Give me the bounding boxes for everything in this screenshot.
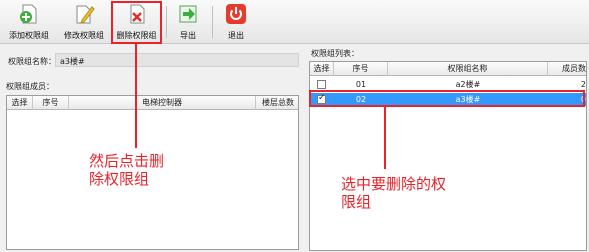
export-icon (177, 3, 199, 25)
col-number[interactable]: 序号 (33, 96, 69, 110)
col-floor-total[interactable]: 楼层总数 (256, 96, 300, 110)
export-button[interactable]: 导出 (172, 3, 204, 43)
col-select[interactable]: 选择 (7, 96, 33, 110)
group-name-field[interactable]: a3楼# (55, 53, 299, 67)
annotation-text-line: 限组 (341, 193, 372, 211)
toolbar: 添加权限组 修改权限组 删除权限组 导出 退出 (0, 0, 589, 44)
col-number[interactable]: 序号 (334, 62, 388, 76)
members-label: 权限组成员： (6, 82, 54, 91)
col-group-name[interactable]: 权限组名称 (388, 62, 548, 76)
group-name-label: 权限组名称： (8, 57, 56, 66)
add-group-label: 添加权限组 (9, 31, 49, 40)
col-select[interactable]: 选择 (310, 62, 334, 76)
group-list-label: 权限组列表： (311, 49, 359, 58)
annotation-pointer-line (384, 107, 386, 169)
members-grid-header: 选择 序号 电梯控制器 楼层总数 (7, 96, 298, 110)
annotation-text-line: 然后点击删 (89, 152, 165, 170)
annotation-text-line: 除权限组 (89, 170, 150, 188)
exit-label: 退出 (228, 31, 244, 40)
power-icon (225, 3, 247, 25)
select-instruction-annotation: 选中要删除的权 限组 (341, 175, 446, 211)
row-checkbox[interactable] (317, 80, 326, 89)
delete-button-highlight (111, 1, 162, 44)
edit-group-label: 修改权限组 (64, 31, 104, 40)
edit-pencil-icon (73, 3, 95, 25)
col-member-count[interactable]: 成员数 (548, 62, 588, 76)
add-group-button[interactable]: 添加权限组 (3, 3, 55, 43)
toolbar-separator (212, 6, 213, 38)
export-label: 导出 (180, 31, 196, 40)
exit-button[interactable]: 退出 (220, 3, 252, 43)
group-detail-panel: 权限组名称： a3楼# 权限组成员： 选择 序号 电梯控制器 楼层总数 (0, 46, 304, 252)
col-elevator-controller[interactable]: 电梯控制器 (69, 96, 256, 110)
delete-instruction-annotation: 然后点击删 除权限组 (89, 152, 164, 188)
annotation-pointer-line (135, 44, 137, 148)
annotation-text-line: 选中要删除的权 (341, 175, 447, 193)
add-document-icon (18, 3, 40, 25)
toolbar-separator (166, 6, 167, 38)
selected-row-highlight (309, 90, 585, 107)
edit-group-button[interactable]: 修改权限组 (58, 3, 110, 43)
group-list-header: 选择 序号 权限组名称 成员数 (310, 62, 586, 76)
